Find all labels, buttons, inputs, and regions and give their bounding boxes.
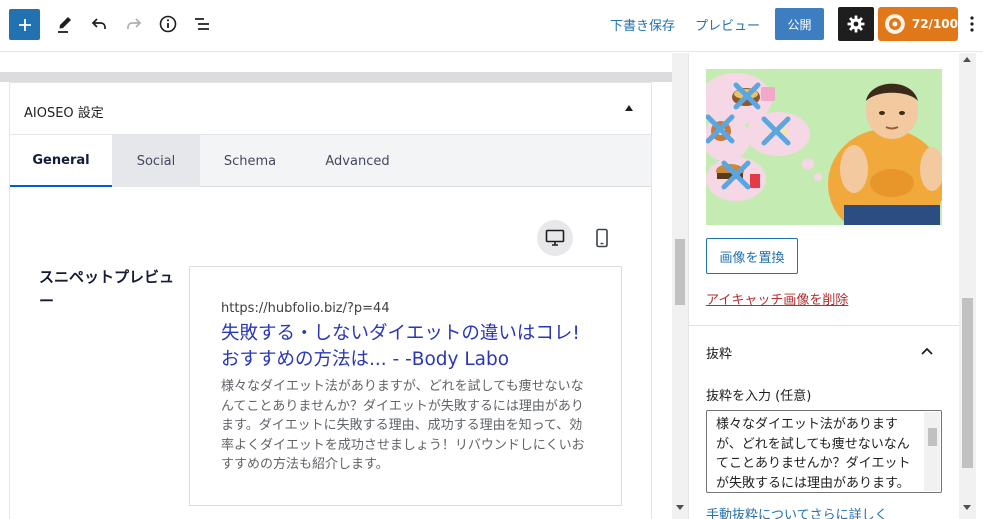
list-view-icon — [195, 18, 209, 30]
featured-image[interactable] — [706, 69, 942, 225]
desktop-icon — [545, 229, 565, 246]
publish-button[interactable]: 公開 — [775, 8, 824, 40]
scroll-down-arrow-icon[interactable] — [676, 505, 684, 510]
excerpt-panel-title[interactable]: 抜粋 — [706, 343, 732, 362]
editor-canvas: AIOSEO 設定 General Social Schema Advanced… — [0, 53, 688, 519]
desktop-preview-button[interactable] — [537, 220, 573, 256]
seo-score: 72/100 — [911, 17, 958, 31]
undo-button[interactable] — [87, 12, 111, 36]
chevron-up-icon — [921, 347, 933, 355]
aioseo-settings-panel: AIOSEO 設定 General Social Schema Advanced… — [9, 82, 652, 519]
excerpt-input-label: 抜粋を入力 (任意) — [706, 389, 812, 404]
redo-button[interactable] — [122, 12, 146, 36]
mobile-icon — [596, 228, 608, 248]
sidebar-scrollbar-thumb[interactable] — [962, 298, 973, 468]
remove-featured-image-link[interactable]: アイキャッチ画像を削除 — [706, 289, 848, 308]
scroll-up-arrow-icon[interactable] — [963, 57, 971, 62]
editor-scrollbar-thumb[interactable] — [675, 239, 685, 305]
excerpt-textarea[interactable]: 様々なダイエット法がありますが、どれを試しても痩せないなんてことありませんか？ダ… — [706, 410, 942, 493]
plus-icon — [18, 18, 31, 31]
info-icon — [159, 15, 177, 33]
undo-icon — [91, 18, 106, 29]
vertical-ellipsis-icon — [970, 16, 974, 32]
excerpt-scrollbar-thumb[interactable] — [928, 428, 937, 446]
preview-button[interactable]: プレビュー — [695, 15, 760, 34]
list-view-button[interactable] — [191, 12, 215, 36]
excerpt-toggle-button[interactable] — [919, 343, 935, 359]
snippet-url: https://hubfolio.biz/?p=44 — [221, 301, 390, 316]
aioseo-logo-icon — [884, 14, 905, 34]
sidebar-scrollbar[interactable] — [959, 53, 976, 519]
replace-image-button[interactable]: 画像を置換 — [706, 238, 798, 274]
collapse-arrow-icon[interactable] — [625, 105, 633, 111]
excerpt-scrollbar[interactable] — [924, 412, 940, 491]
redo-icon — [127, 18, 142, 29]
add-block-button[interactable] — [9, 9, 40, 40]
aioseo-score-button[interactable]: 72/100 — [878, 7, 958, 41]
aioseo-tabs: General Social Schema Advanced — [10, 135, 651, 187]
scroll-down-arrow-icon[interactable] — [963, 505, 971, 510]
snippet-description: 様々なダイエット法がありますが、どれを試しても痩せないなんてことありませんか？ダ… — [221, 379, 585, 472]
tab-general[interactable]: General — [10, 135, 112, 187]
aioseo-panel-header[interactable]: AIOSEO 設定 — [10, 83, 651, 135]
editor-scrollbar[interactable] — [672, 53, 688, 519]
snippet-title: 失敗する・しないダイエットの違いはコレ! おすすめの方法は... - -Body… — [221, 323, 580, 370]
pen-icon — [58, 17, 71, 33]
sidebar-divider — [689, 325, 959, 326]
settings-button[interactable] — [838, 7, 874, 41]
tab-schema[interactable]: Schema — [200, 135, 300, 187]
excerpt-textarea-value[interactable]: 様々なダイエット法がありますが、どれを試しても痩せないなんてことありませんか？ダ… — [716, 415, 922, 492]
tools-button[interactable] — [53, 12, 77, 36]
tab-advanced[interactable]: Advanced — [300, 135, 415, 187]
settings-sidebar: 画像を置換 アイキャッチ画像を削除 抜粋 抜粋を入力 (任意) 様々なダイエット… — [688, 53, 983, 519]
mobile-preview-button[interactable] — [584, 220, 620, 256]
aioseo-panel-title: AIOSEO 設定 — [24, 106, 104, 121]
details-button[interactable] — [156, 12, 180, 36]
snippet-preview: https://hubfolio.biz/?p=44 失敗する・しないダイエット… — [189, 266, 622, 506]
save-draft-button[interactable]: 下書き保存 — [610, 15, 675, 34]
metabox-separator — [0, 72, 672, 82]
tab-social[interactable]: Social — [112, 135, 200, 187]
snippet-preview-label: スニペットプレビュー — [39, 268, 175, 310]
excerpt-learn-more-link[interactable]: 手動抜粋についてさらに詳しく — [706, 504, 888, 519]
top-toolbar: 下書き保存 プレビュー 公開 72/100 — [0, 0, 983, 52]
diet-illustration-image — [706, 69, 942, 225]
more-options-button[interactable] — [966, 12, 978, 36]
gear-icon — [847, 15, 865, 33]
